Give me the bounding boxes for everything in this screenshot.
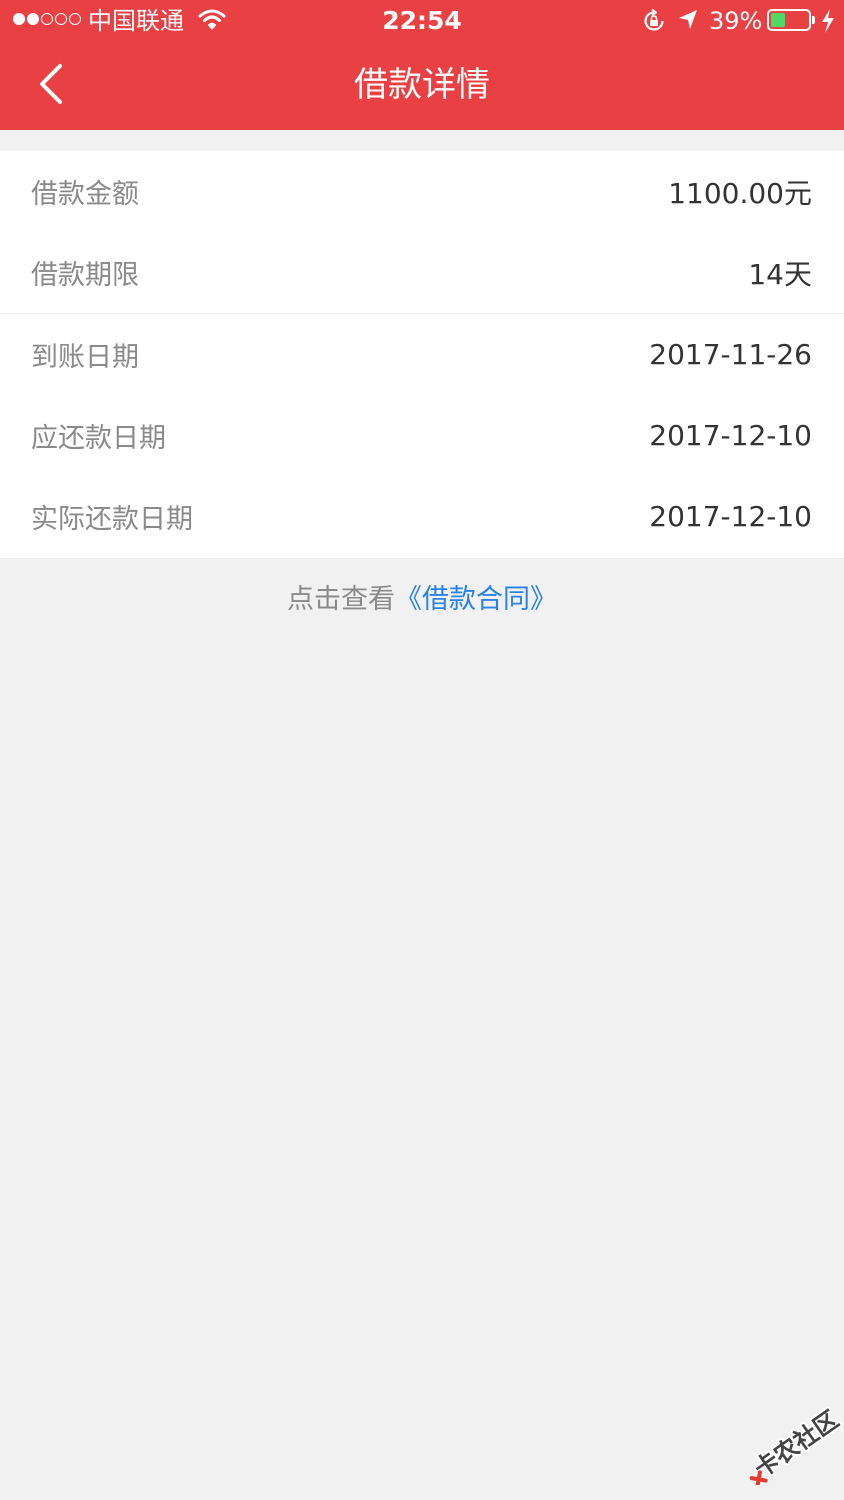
actual-repayment-date-value: 2017-12-10 (649, 500, 812, 533)
page-title: 借款详情 (354, 65, 490, 105)
rotation-lock-icon (644, 8, 664, 31)
actual-repayment-date-row: 实际还款日期 2017-12-10 (0, 476, 844, 557)
due-date-value: 2017-12-10 (649, 419, 812, 452)
due-date-row: 应还款日期 2017-12-10 (0, 395, 844, 476)
battery-icon (767, 9, 811, 31)
location-arrow-icon (679, 10, 697, 29)
actual-repayment-date-label: 实际还款日期 (31, 504, 193, 535)
charging-bolt-icon (822, 9, 834, 33)
arrival-date-label: 到账日期 (31, 342, 139, 373)
arrival-date-row: 到账日期 2017-11-26 (0, 314, 844, 395)
battery-percentage: 39% (709, 7, 763, 35)
status-bar: 中国联通 22:54 39% (0, 0, 844, 42)
battery-level-fill (771, 13, 786, 27)
contract-prefix: 点击查看 (287, 584, 395, 615)
loan-term-value: 14天 (748, 257, 812, 291)
loan-contract-link[interactable]: 《借款合同》 (395, 584, 557, 615)
arrival-date-value: 2017-11-26 (649, 338, 812, 371)
contract-line: 点击查看《借款合同》 (0, 578, 844, 622)
back-button[interactable] (22, 52, 82, 116)
svg-text:卡农社区: 卡农社区 (749, 1405, 842, 1483)
navigation-bar: 借款详情 (0, 42, 844, 130)
loan-term-row: 借款期限 14天 (0, 232, 844, 313)
loan-term-label: 借款期限 (31, 260, 139, 291)
chevron-left-icon (40, 64, 62, 104)
battery-tip (812, 16, 815, 24)
loan-amount-label: 借款金额 (31, 179, 139, 210)
due-date-label: 应还款日期 (31, 423, 166, 454)
loan-amount-row: 借款金额 1100.00元 (0, 151, 844, 232)
loan-amount-value: 1100.00元 (668, 176, 812, 210)
app-header: 中国联通 22:54 39% 借款详情 (0, 0, 844, 130)
community-watermark-logo: 卡农社区 卡农社区 (747, 1405, 842, 1485)
loan-dates-card: 到账日期 2017-11-26 应还款日期 2017-12-10 实际还款日期 … (0, 314, 844, 558)
loan-summary-card: 借款金额 1100.00元 借款期限 14天 (0, 151, 844, 313)
